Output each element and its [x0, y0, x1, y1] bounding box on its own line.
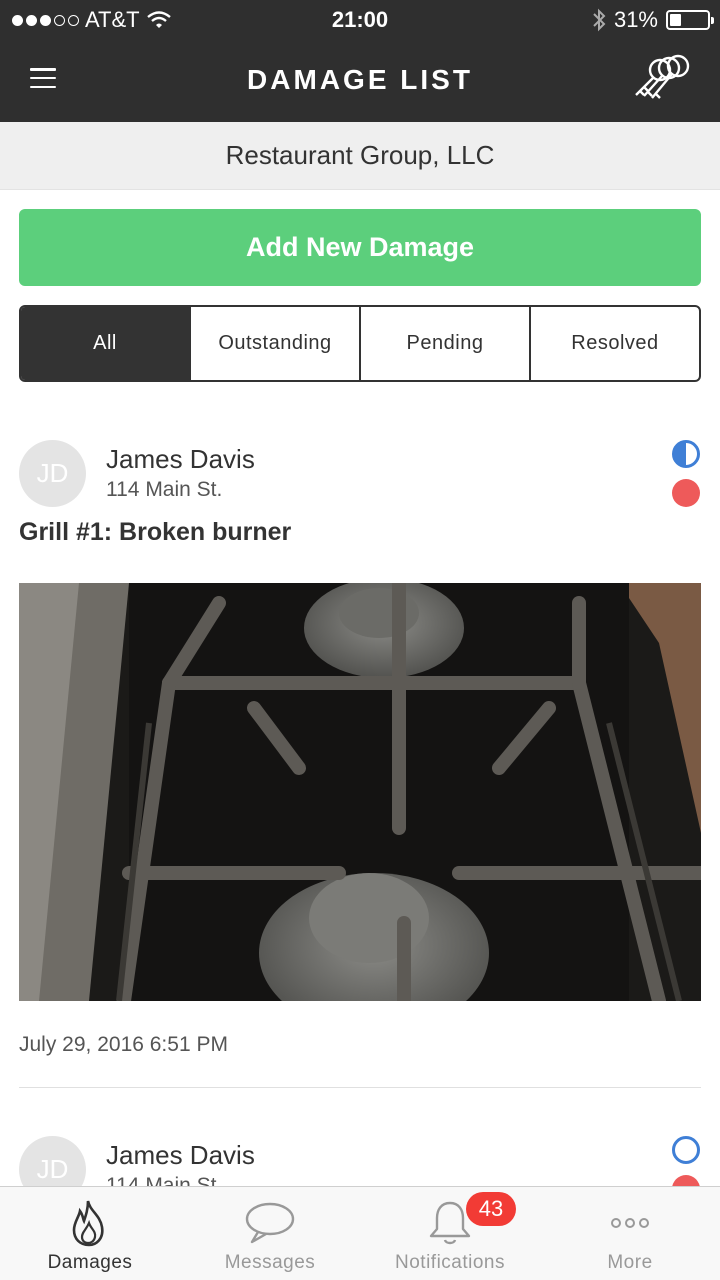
tab-bar: Damages Messages 43 Notifications More: [0, 1186, 720, 1280]
battery-percent: 31%: [613, 7, 658, 32]
tab-notifications-label: Notifications: [395, 1252, 505, 1273]
card-divider: [19, 1087, 701, 1088]
notifications-badge: 43: [466, 1192, 516, 1226]
filter-resolved[interactable]: Resolved: [529, 307, 699, 380]
avatar: JD: [19, 440, 86, 507]
filter-all[interactable]: All: [21, 307, 189, 380]
add-new-damage-button[interactable]: Add New Damage: [19, 209, 701, 286]
filter-outstanding[interactable]: Outstanding: [189, 307, 359, 380]
tab-damages[interactable]: Damages: [0, 1187, 180, 1280]
top-bar: AT&T 21:00 31% DAMAGE LIST: [0, 0, 720, 122]
tab-messages[interactable]: Messages: [180, 1187, 360, 1280]
chat-bubble-icon: [245, 1202, 295, 1244]
filter-pending[interactable]: Pending: [359, 307, 529, 380]
author-name: James Davis: [106, 444, 255, 474]
tab-damages-label: Damages: [47, 1252, 133, 1273]
tab-notifications[interactable]: 43 Notifications: [360, 1187, 540, 1280]
tab-more[interactable]: More: [540, 1187, 720, 1280]
nav-bar: DAMAGE LIST: [0, 40, 720, 122]
company-header: Restaurant Group, LLC: [0, 122, 720, 190]
author-name: James Davis: [106, 1140, 255, 1170]
damage-date: July 29, 2016 6:51 PM: [19, 1033, 228, 1056]
damage-card[interactable]: JD James Davis 114 Main St. Grill #1: Br…: [19, 438, 701, 1088]
stove-burner-photo[interactable]: [19, 583, 701, 1001]
red-dot-icon: [672, 479, 700, 507]
more-dots-icon: [611, 1218, 649, 1228]
tab-more-label: More: [607, 1252, 653, 1273]
bluetooth-icon: [593, 8, 606, 32]
damage-card[interactable]: JD James Davis 114 Main St.: [19, 1134, 701, 1186]
tab-messages-label: Messages: [224, 1252, 316, 1273]
author-address: 114 Main St.: [106, 1174, 223, 1186]
keys-icon[interactable]: [630, 54, 692, 104]
status-bar: AT&T 21:00 31%: [0, 0, 720, 40]
app-title: DAMAGE LIST: [247, 64, 473, 95]
damage-title: Grill #1: Broken burner: [19, 518, 292, 546]
red-dot-icon: [672, 1175, 700, 1186]
empty-circle-icon: [672, 1136, 700, 1164]
status-filter: All Outstanding Pending Resolved: [19, 305, 701, 382]
flame-icon: [72, 1200, 104, 1247]
half-filled-circle-icon: [672, 440, 700, 468]
avatar: JD: [19, 1136, 86, 1186]
author-address: 114 Main St.: [106, 478, 223, 501]
battery-icon: [666, 10, 714, 30]
